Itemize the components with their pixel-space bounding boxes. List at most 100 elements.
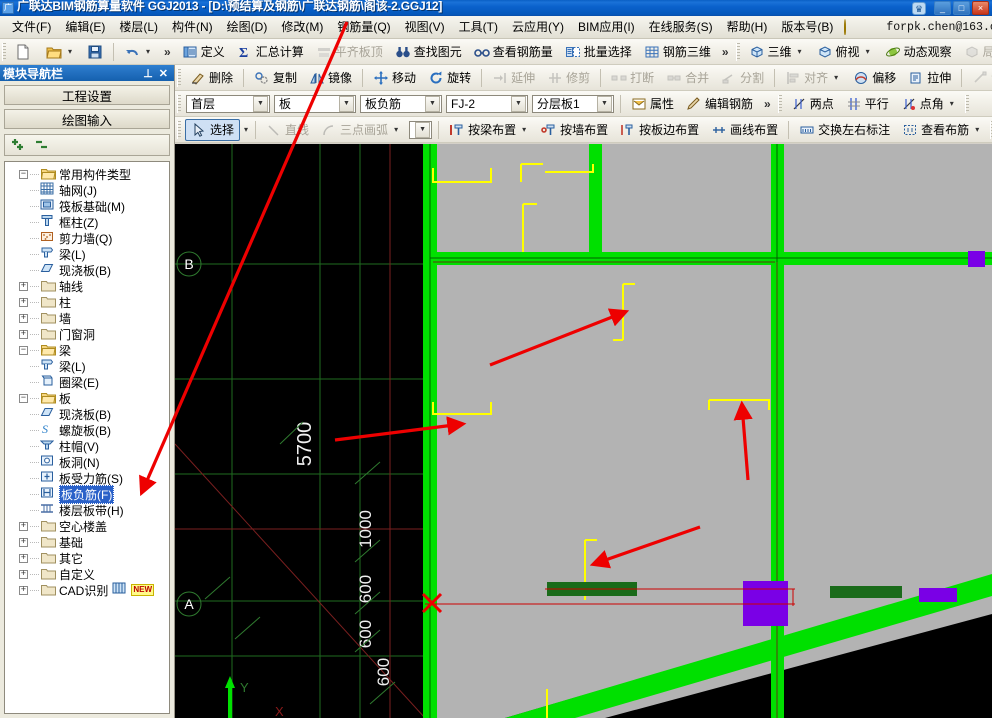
open-dropdown-caret[interactable]: ▾ <box>65 44 75 60</box>
tree-expander-minus-icon[interactable]: − <box>19 393 28 403</box>
point-angle-caret[interactable]: ▾ <box>947 96 957 112</box>
toolbar-grip-edit[interactable] <box>177 68 181 87</box>
menu-draw[interactable]: 绘图(D) <box>220 18 275 37</box>
view-3d-button[interactable]: 三维 ▾ <box>744 41 810 63</box>
view-rebar-layout-button[interactable]: 查看布筋 ▾ <box>897 119 987 141</box>
view-rebar-layout-caret[interactable]: ▾ <box>972 122 982 138</box>
tree-node-common-types[interactable]: − 常用构件类型 <box>8 166 169 182</box>
tree-node-cast-slab-b[interactable]: 现浇板(B) <box>8 406 169 422</box>
menu-cloud[interactable]: 云应用(Y) <box>505 18 571 37</box>
point-angle-button[interactable]: 点角 ▾ <box>896 93 962 115</box>
tree-node-axis[interactable]: + 轴线 <box>8 278 169 294</box>
stretch-button[interactable]: 拉伸 <box>903 67 956 89</box>
tree-expander-plus-icon[interactable]: + <box>19 297 28 307</box>
copy-button[interactable]: 复制 <box>249 67 302 89</box>
undo-button[interactable]: ▾ <box>119 41 158 63</box>
tree-node-slab-band[interactable]: 楼层板带(H) <box>8 502 169 518</box>
tree-node-column[interactable]: + 柱 <box>8 294 169 310</box>
arc-tool-button[interactable]: 三点画弧 ▾ <box>316 119 406 141</box>
toolbar1-overflow-button[interactable]: » <box>159 45 176 59</box>
layout-by-beam-caret[interactable]: ▾ <box>519 122 529 138</box>
tree-node-shear-wall[interactable]: 剪力墙(Q) <box>8 230 169 246</box>
menu-bim[interactable]: BIM应用(I) <box>571 18 642 37</box>
two-point-button[interactable]: 两点 <box>786 93 839 115</box>
tree-node-spiral-slab[interactable]: S 螺旋板(B) <box>8 422 169 438</box>
tree-node-slab-hole[interactable]: 板洞(N) <box>8 454 169 470</box>
collapse-all-icon[interactable] <box>35 137 51 153</box>
offset-button[interactable]: 偏移 <box>848 67 901 89</box>
layout-by-wall-button[interactable]: 按墙布置 <box>536 119 613 141</box>
tree-node-slab-negative-rebar[interactable]: 板负筋(F) <box>8 484 169 504</box>
set-grip-button[interactable]: 设置夹点 <box>967 67 992 89</box>
menu-component[interactable]: 构件(N) <box>165 18 220 37</box>
tree-node-frame-column[interactable]: 框柱(Z) <box>8 214 169 230</box>
component-type-chevron-down-icon[interactable]: ▼ <box>425 95 440 112</box>
tree-node-raft-foundation[interactable]: 筏板基础(M) <box>8 198 169 214</box>
find-element-button[interactable]: 查找图元 <box>390 41 467 63</box>
toolbar-grip-combo[interactable] <box>177 94 181 113</box>
rebar-3d-button[interactable]: 钢筋三维 <box>639 41 716 63</box>
menu-modify[interactable]: 修改(M) <box>274 18 330 37</box>
component-tree[interactable]: − 常用构件类型 轴网(J) 筏板基础(M) 框柱(Z) 剪力墙(Q) 梁(L)… <box>4 161 170 714</box>
maximize-button[interactable]: □ <box>953 1 970 15</box>
arc-tool-caret[interactable]: ▾ <box>391 122 401 138</box>
select-tool-button[interactable]: 选择 <box>185 118 241 141</box>
align-button[interactable]: 对齐 ▾ <box>780 67 846 89</box>
tree-expander-plus-icon[interactable]: + <box>19 537 28 547</box>
align-caret[interactable]: ▾ <box>831 70 841 86</box>
cad-canvas[interactable]: B A 5700 1000 600 600 600 Y X <box>175 144 992 718</box>
view-top-button[interactable]: 俯视 ▾ <box>812 41 878 63</box>
toolbar-grip-place[interactable] <box>777 94 782 113</box>
tree-node-axis-grid[interactable]: 轴网(J) <box>8 182 169 198</box>
mirror-button[interactable]: 镜像 <box>304 67 357 89</box>
menu-online-service[interactable]: 在线服务(S) <box>642 18 720 37</box>
pin-icon[interactable]: ⊥ <box>140 67 156 80</box>
close-button[interactable]: × <box>972 1 989 15</box>
component-name-select[interactable]: FJ-2 ▼ <box>446 94 528 113</box>
layer-select-chevron-down-icon[interactable]: ▼ <box>597 95 612 112</box>
edit-rebar-button[interactable]: 编辑钢筋 <box>681 93 758 115</box>
tree-node-hollow-floor[interactable]: + 空心楼盖 <box>8 518 169 534</box>
open-file-button[interactable]: ▾ <box>41 41 80 63</box>
project-settings-button[interactable]: 工程设置 <box>4 85 170 105</box>
property-button[interactable]: 属性 <box>626 93 679 115</box>
split-button[interactable]: 分割 <box>716 67 769 89</box>
menu-view[interactable]: 视图(V) <box>398 18 452 37</box>
tree-node-beam[interactable]: 梁(L) <box>8 246 169 262</box>
toolbar-grip-draw[interactable] <box>177 120 181 139</box>
view-rebar-qty-button[interactable]: 查看钢筋量 <box>469 41 558 63</box>
new-file-button[interactable] <box>10 41 39 63</box>
tree-node-beam-l[interactable]: 梁(L) <box>8 358 169 374</box>
draw-mode-chevron-down-icon[interactable]: ▼ <box>415 121 431 138</box>
expand-all-icon[interactable] <box>11 137 27 153</box>
tree-node-wall[interactable]: + 墙 <box>8 310 169 326</box>
summary-calc-button[interactable]: Σ 汇总计算 <box>232 41 309 63</box>
toolbar-grip-view[interactable] <box>735 42 740 61</box>
category-select[interactable]: 板 ▼ <box>274 94 356 113</box>
tree-node-other[interactable]: + 其它 <box>8 550 169 566</box>
menu-file[interactable]: 文件(F) <box>5 18 58 37</box>
tree-expander-plus-icon[interactable]: + <box>19 281 28 291</box>
tree-expander-plus-icon[interactable]: + <box>19 569 28 579</box>
batch-select-button[interactable]: 批量选择 <box>560 41 637 63</box>
tree-expander-plus-icon[interactable]: + <box>19 553 28 563</box>
break-button[interactable]: 打断 <box>606 67 659 89</box>
category-select-chevron-down-icon[interactable]: ▼ <box>339 95 354 112</box>
swap-lr-dimension-button[interactable]: 交换左右标注 <box>794 119 895 141</box>
tree-expander-plus-icon[interactable]: + <box>19 521 28 531</box>
merge-button[interactable]: 合并 <box>661 67 714 89</box>
select-tool-caret[interactable]: ▾ <box>241 125 251 134</box>
toolbar1-overflow2-button[interactable]: » <box>717 45 734 59</box>
toolbar-grip-end3[interactable] <box>964 94 969 113</box>
menu-rebar-qty[interactable]: 钢筋量(Q) <box>330 18 397 37</box>
floor-select-chevron-down-icon[interactable]: ▼ <box>253 95 268 112</box>
component-type-select[interactable]: 板负筋 ▼ <box>360 94 442 113</box>
menu-help[interactable]: 帮助(H) <box>720 18 775 37</box>
hardhat-icon[interactable] <box>844 19 847 35</box>
tree-node-foundation[interactable]: + 基础 <box>8 534 169 550</box>
local-3d-button[interactable]: 局部三维 <box>959 41 992 63</box>
close-icon[interactable]: ✕ <box>156 67 171 80</box>
menu-tools[interactable]: 工具(T) <box>452 18 505 37</box>
align-slab-top-button[interactable]: 平齐板顶 <box>311 41 388 63</box>
floor-select[interactable]: 首层 ▼ <box>186 94 270 113</box>
